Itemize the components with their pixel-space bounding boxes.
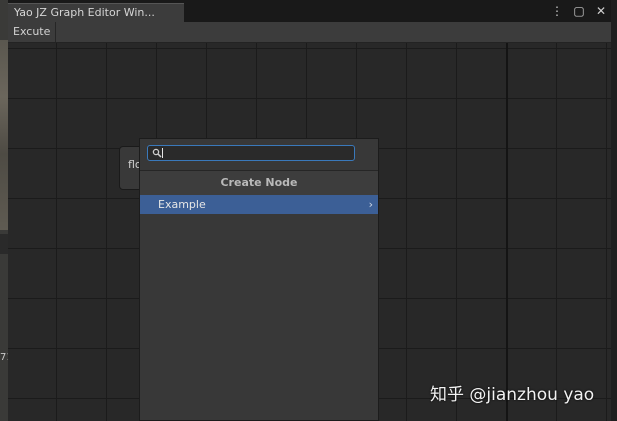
search-field[interactable] — [147, 145, 355, 161]
search-input[interactable] — [162, 146, 352, 160]
scene-band — [0, 234, 8, 254]
toolbar: Excute — [8, 22, 611, 43]
kebab-menu-icon[interactable]: ⋮ — [551, 3, 563, 19]
scene-partial-text: 71 — [0, 352, 8, 363]
close-icon[interactable]: ✕ — [595, 3, 607, 19]
menu-item-example[interactable]: Example › — [140, 195, 378, 214]
popup-header: Create Node — [140, 170, 378, 196]
scene-view-strip: 71 — [0, 0, 8, 421]
chevron-right-icon: › — [368, 198, 373, 211]
canvas-divider — [506, 43, 508, 421]
watermark: 知乎 @jianzhou yao — [430, 385, 595, 405]
execute-button[interactable]: Excute — [8, 22, 57, 42]
window-controls: ⋮ ▢ ✕ — [551, 3, 607, 19]
maximize-icon[interactable]: ▢ — [573, 3, 585, 19]
create-node-popup: Create Node Example › — [139, 138, 379, 421]
window-tab[interactable]: Yao JZ Graph Editor Win... — [8, 3, 184, 22]
scene-texture — [0, 40, 8, 230]
search-icon — [152, 148, 162, 158]
text-caret — [162, 148, 163, 158]
menu-item-label: Example — [158, 198, 206, 211]
window-tab-bar: Yao JZ Graph Editor Win... ⋮ ▢ ✕ — [8, 0, 611, 22]
